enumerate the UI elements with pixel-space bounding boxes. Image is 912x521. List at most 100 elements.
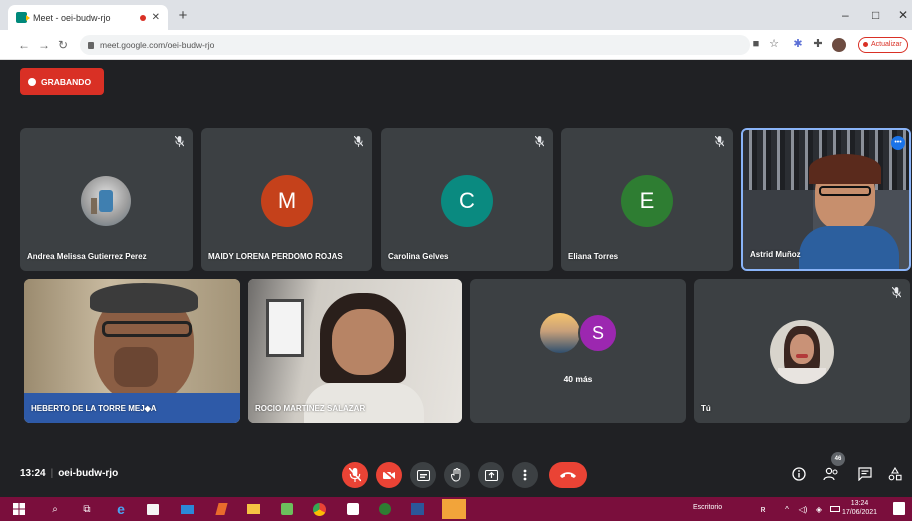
browser-tab-meet[interactable]: Meet - oei-budw-rjo ✕	[8, 5, 168, 30]
participant-name: HEBERTO DE LA TORRE MEJ◆A	[31, 404, 157, 413]
app-icon[interactable]	[378, 502, 392, 516]
more-participants-tile[interactable]: S 40 más	[470, 279, 686, 423]
browser-tab-bar: Meet - oei-budw-rjo ✕ + – □ ✕	[0, 0, 912, 30]
mail-icon[interactable]	[180, 502, 194, 516]
person-hair	[90, 283, 198, 313]
activities-button[interactable]	[886, 465, 904, 483]
participant-tile[interactable]: C Carolina Gelves	[381, 128, 553, 271]
mic-muted-icon	[175, 136, 184, 147]
meeting-code: oei-budw-rjo	[58, 468, 119, 479]
mic-off-icon	[349, 468, 361, 482]
profile-avatar[interactable]	[832, 38, 846, 52]
tab-title: Meet - oei-budw-rjo	[33, 12, 111, 23]
forward-icon[interactable]: →	[38, 38, 50, 52]
task-view-icon[interactable]: ⧉	[80, 502, 94, 516]
participant-tile-video[interactable]: HEBERTO DE LA TORRE MEJ◆A	[24, 279, 240, 423]
windows-start-icon[interactable]	[12, 502, 26, 516]
participant-tile[interactable]: E Eliana Torres	[561, 128, 733, 271]
participant-name: Tú	[701, 404, 711, 413]
close-window-button[interactable]: ✕	[898, 8, 908, 22]
new-tab-button[interactable]: +	[174, 7, 192, 25]
participant-avatar: M	[261, 175, 313, 227]
participant-tile[interactable]: M MAIDY LORENA PERDOMO ROJAS	[201, 128, 372, 271]
participant-avatar: C	[441, 175, 493, 227]
app-icon[interactable]	[346, 502, 360, 516]
app-icon[interactable]	[280, 502, 294, 516]
participant-name: Astrid Muñoz	[750, 250, 801, 259]
extensions-puzzle-icon[interactable]: ✚	[812, 38, 824, 50]
more-options-button[interactable]	[512, 462, 538, 488]
reload-icon[interactable]: ↻	[58, 38, 68, 52]
taskbar-search-icon[interactable]: ⌕	[48, 502, 62, 516]
notifications-icon[interactable]	[893, 502, 905, 515]
meet-stage: GRABANDO Andrea Melissa Gutierrez Perez …	[0, 60, 912, 497]
edge-browser-icon[interactable]: e	[114, 501, 128, 517]
activities-icon	[888, 467, 902, 481]
mic-muted-icon	[715, 136, 724, 147]
people-tray-icon[interactable]: ʀ	[756, 502, 770, 516]
raise-hand-icon	[451, 468, 461, 482]
chat-icon	[858, 467, 872, 481]
participant-avatar: S	[578, 313, 618, 353]
active-app-icon[interactable]	[442, 499, 466, 519]
info-icon	[792, 467, 806, 481]
present-icon	[484, 469, 498, 481]
participants-button[interactable]	[822, 465, 840, 483]
participant-name: Andrea Melissa Gutierrez Perez	[27, 252, 147, 261]
recording-label: GRABANDO	[41, 76, 92, 87]
participant-avatar: E	[621, 175, 673, 227]
chrome-icon[interactable]	[312, 502, 326, 516]
desktop-toolbar-label[interactable]: Escritorio	[693, 504, 722, 511]
meet-controls-bar: 13:24 | oei-budw-rjo 46	[0, 452, 912, 497]
camera-toggle-button[interactable]	[376, 462, 402, 488]
volume-icon[interactable]: ◁)	[796, 502, 810, 516]
tab-close-icon[interactable]: ✕	[152, 12, 160, 23]
app-icon[interactable]	[214, 502, 228, 516]
speaking-indicator-icon: •••	[891, 136, 905, 150]
taskbar-time: 13:24	[850, 500, 869, 507]
address-bar[interactable]: meet.google.com/oei-budw-rjo	[80, 35, 750, 55]
self-tile[interactable]: Tú	[694, 279, 910, 423]
address-url: meet.google.com/oei-budw-rjo	[100, 40, 215, 50]
store-icon[interactable]	[146, 502, 160, 516]
self-avatar	[770, 320, 834, 384]
chat-button[interactable]	[856, 465, 874, 483]
more-participants-count: 40 más	[563, 374, 593, 384]
network-icon[interactable]: ◈	[812, 502, 826, 516]
meeting-details-button[interactable]	[790, 465, 808, 483]
participant-tile-video[interactable]: ROCIO MARTINEZ SALAZAR	[248, 279, 462, 423]
glasses-icon	[819, 186, 871, 196]
bookmark-star-icon[interactable]: ☆	[768, 38, 780, 50]
minimize-window-button[interactable]: –	[842, 8, 849, 22]
present-screen-button[interactable]	[478, 462, 504, 488]
person-hand	[114, 347, 158, 387]
leave-call-button[interactable]	[549, 462, 587, 488]
tray-chevron-icon[interactable]: ^	[780, 502, 794, 516]
maximize-window-button[interactable]: □	[872, 8, 879, 22]
mic-toggle-button[interactable]	[342, 462, 368, 488]
lock-icon	[88, 41, 94, 49]
word-icon[interactable]	[410, 502, 424, 516]
person-shirt	[799, 226, 899, 269]
taskbar-clock[interactable]: 13:24 17/06/2021	[842, 499, 877, 517]
meet-favicon-icon	[16, 12, 30, 23]
raise-hand-button[interactable]	[444, 462, 470, 488]
participant-tile-video[interactable]: ••• Astrid Muñoz	[741, 128, 911, 271]
participants-count-badge: 46	[831, 452, 845, 466]
participant-name: ROCIO MARTINEZ SALAZAR	[255, 404, 366, 413]
back-icon[interactable]: ←	[18, 38, 30, 52]
update-button[interactable]: Actualizar	[858, 37, 908, 53]
captions-button[interactable]	[410, 462, 436, 488]
mic-muted-icon	[354, 136, 363, 147]
participant-tile[interactable]: Andrea Melissa Gutierrez Perez	[20, 128, 193, 271]
recording-indicator-icon	[139, 14, 146, 21]
windows-taskbar: ⌕ ⧉ e Escritorio ʀ ^ ◁) ◈ 13:24 17/06/20…	[0, 497, 912, 521]
extension-icon[interactable]: ✱	[792, 38, 804, 50]
battery-icon[interactable]	[828, 502, 842, 516]
participant-name: Eliana Torres	[568, 252, 619, 261]
camera-indicator-icon[interactable]: ■	[750, 38, 762, 50]
mic-muted-icon	[535, 136, 544, 147]
participant-name: Carolina Gelves	[388, 252, 449, 261]
participant-avatar	[540, 313, 580, 353]
file-explorer-icon[interactable]	[246, 502, 260, 516]
